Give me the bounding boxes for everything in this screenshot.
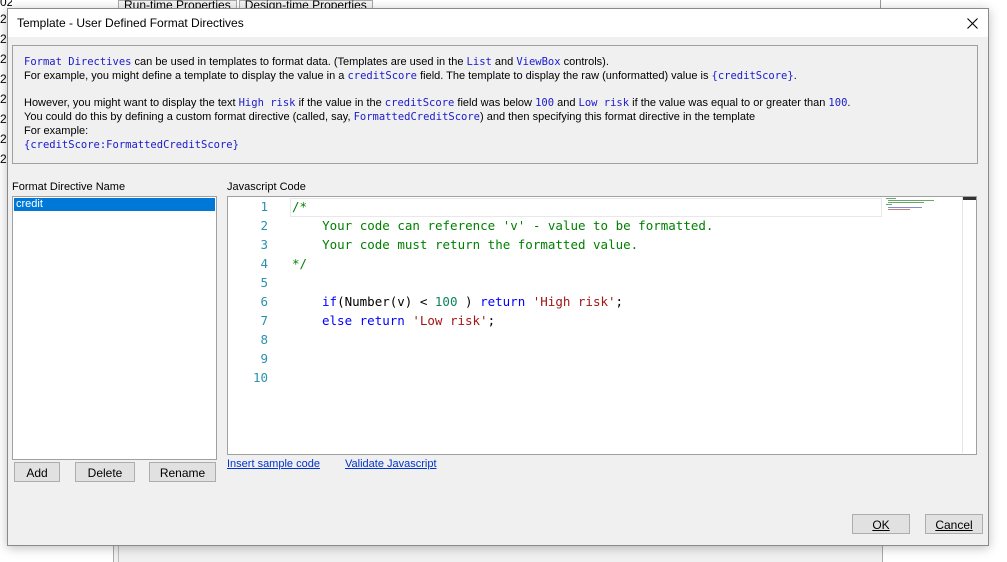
background-panel-bottom <box>113 545 883 562</box>
line-number: 5 <box>260 275 268 290</box>
line-number: 6 <box>260 294 268 309</box>
line-number: 9 <box>260 351 268 366</box>
close-icon <box>966 17 978 29</box>
info-code: FormattedCreditScore <box>353 111 480 123</box>
editor-scrollbar[interactable] <box>962 197 976 453</box>
info-line: However, you might want to display the t… <box>24 96 850 110</box>
line-number: 7 <box>260 313 268 328</box>
validate-javascript-link[interactable]: Validate Javascript <box>345 458 437 470</box>
format-directives-dialog: Template - User Defined Format Directive… <box>7 8 989 546</box>
code-line: */ <box>292 256 308 271</box>
dialog-title: Template - User Defined Format Directive… <box>17 16 244 30</box>
background-tab-runtime[interactable]: Run-time Properties <box>118 0 237 8</box>
info-code: Low risk <box>578 97 630 109</box>
cancel-button[interactable]: Cancel <box>925 514 983 534</box>
info-code: {creditScore} <box>711 70 794 82</box>
info-code: ViewBox <box>516 56 561 68</box>
background-tab-designtime[interactable]: Design-time Properties <box>238 0 373 8</box>
close-button[interactable] <box>956 9 988 37</box>
code-token: if <box>322 294 338 309</box>
info-code: creditScore <box>384 97 455 109</box>
info-text: field was below <box>454 97 536 109</box>
line-number: 8 <box>260 332 268 347</box>
code-token: 'Low risk' <box>412 313 488 328</box>
code-line: if(Number(v) < 100 ) return 'High risk'; <box>322 292 623 311</box>
scrollbar-thumb[interactable] <box>963 197 976 200</box>
info-text: You could do this by defining a custom f… <box>24 111 354 123</box>
code-token: ) <box>457 294 481 309</box>
info-text: and <box>554 97 579 109</box>
info-text: field. The template to display the raw (… <box>417 70 712 82</box>
line-number: 2 <box>260 218 268 233</box>
info-text: For example, you might define a template… <box>24 70 348 82</box>
code-token: (Number(v) < <box>337 294 435 309</box>
dialog-titlebar: Template - User Defined Format Directive… <box>8 9 988 37</box>
info-code: 100 <box>828 97 848 109</box>
line-number: 3 <box>260 237 268 252</box>
code-line: else return 'Low risk'; <box>322 311 495 330</box>
info-code: 100 <box>535 97 555 109</box>
code-token: 'High risk' <box>532 294 616 309</box>
info-line: {creditScore:FormattedCreditScore} <box>24 138 239 152</box>
code-minimap[interactable] <box>882 197 966 217</box>
background-divider <box>880 0 881 8</box>
line-number: 4 <box>260 256 268 271</box>
info-panel: Format Directives can be used in templat… <box>12 45 978 164</box>
background-divider <box>118 545 119 562</box>
code-line: Your code can reference 'v' - value to b… <box>292 218 714 233</box>
format-directive-list[interactable]: credit <box>12 196 217 460</box>
info-code: High risk <box>238 97 296 109</box>
ok-button[interactable]: OK <box>852 514 910 534</box>
info-code: creditScore <box>347 70 418 82</box>
info-text: if the value in the <box>295 97 385 109</box>
info-text: . <box>793 70 797 82</box>
info-line: For example, you might define a template… <box>24 69 797 83</box>
info-line: You could do this by defining a custom f… <box>24 110 755 124</box>
info-text: controls). <box>560 56 609 68</box>
insert-sample-code-link[interactable]: Insert sample code <box>227 458 320 470</box>
code-token: 100 <box>434 294 458 309</box>
info-line: For example: <box>24 125 89 137</box>
code-token: return <box>480 294 526 309</box>
list-item[interactable]: credit <box>14 198 215 211</box>
info-code: Format Directives <box>24 56 132 68</box>
info-code: {creditScore:FormattedCreditScore} <box>24 139 239 151</box>
code-editor[interactable]: 1 2 3 4 5 6 7 8 9 10 /* Your code can re… <box>227 196 977 455</box>
format-directive-name-label: Format Directive Name <box>12 181 126 193</box>
ok-button-label: OK <box>872 518 890 532</box>
info-text: . <box>847 97 851 109</box>
info-line: Format Directives can be used in templat… <box>24 55 609 69</box>
javascript-code-label: Javascript Code <box>227 181 306 193</box>
delete-button[interactable]: Delete <box>75 462 135 482</box>
code-token: ; <box>487 313 496 328</box>
rename-button[interactable]: Rename <box>149 462 216 482</box>
info-text: and <box>491 56 517 68</box>
code-line: /* <box>292 199 308 214</box>
info-text: if the value was equal to or greater tha… <box>629 97 829 109</box>
info-text: can be used in templates to format data.… <box>131 56 467 68</box>
line-number: 10 <box>252 370 268 385</box>
code-token: ; <box>615 294 624 309</box>
code-token: return <box>359 313 405 328</box>
background-tabs: Run-time Properties Design-time Propertie… <box>118 0 375 8</box>
info-text: ) and then specifying this format direct… <box>480 111 756 123</box>
cancel-button-label: Cancel <box>935 518 973 532</box>
info-text: However, you might want to display the t… <box>24 97 239 109</box>
add-button[interactable]: Add <box>14 462 60 482</box>
info-code: List <box>466 56 492 68</box>
current-line-highlight <box>290 198 882 217</box>
code-line: Your code must return the formatted valu… <box>292 237 639 252</box>
line-number: 1 <box>260 199 268 214</box>
code-token: else <box>322 313 353 328</box>
